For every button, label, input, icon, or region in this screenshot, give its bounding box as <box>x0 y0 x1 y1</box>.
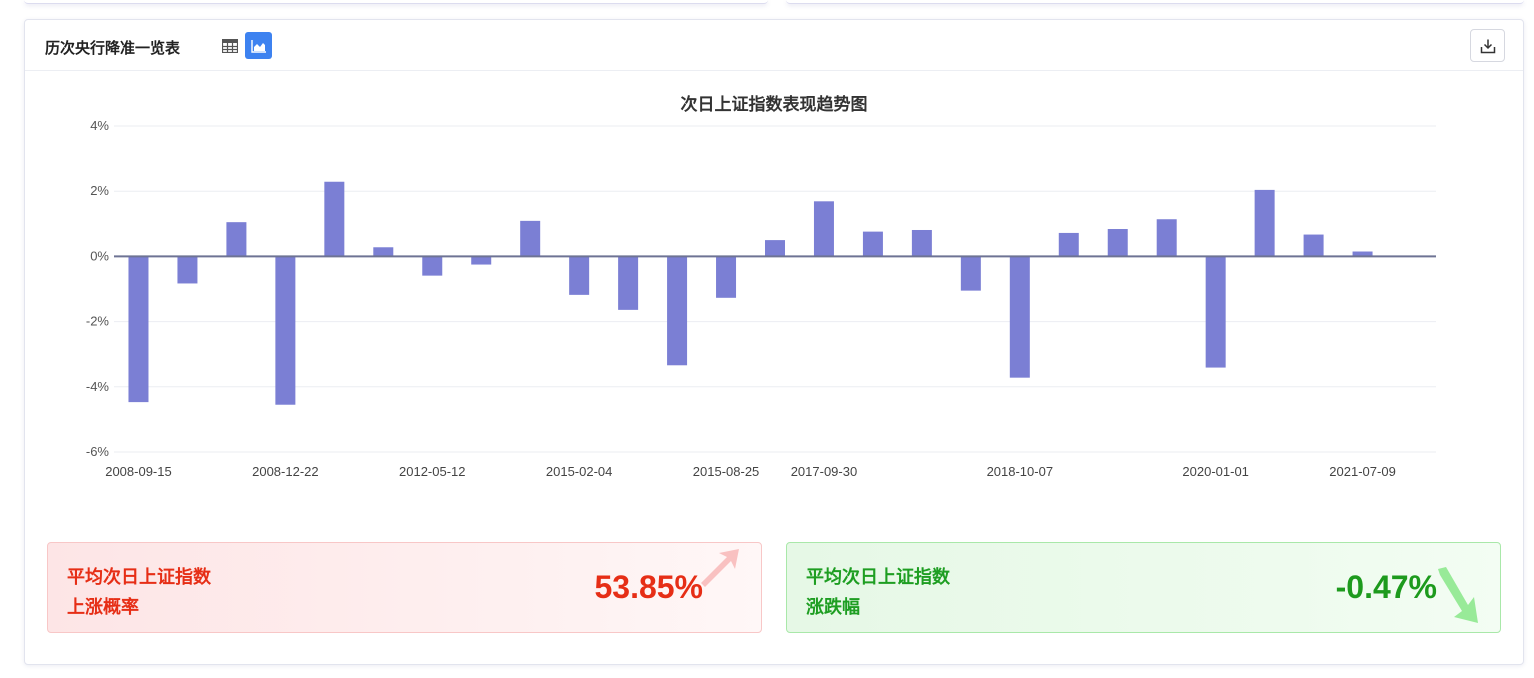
top-card-left-edge <box>24 0 768 4</box>
average-change-label-line2: 涨跌幅 <box>806 597 860 618</box>
panel-title: 历次央行降准一览表 <box>45 39 181 57</box>
x-tick-label: 2012-05-12 <box>399 464 466 479</box>
bar <box>275 256 296 405</box>
download-icon <box>1480 39 1495 53</box>
rise-probability-card: 平均次日上证指数 上涨概率 53.85% <box>47 542 762 633</box>
y-tick-label: 2% <box>90 183 109 198</box>
x-tick-label: 2021-07-09 <box>1329 464 1396 479</box>
bar <box>1058 232 1079 257</box>
y-tick-label: -4% <box>86 379 110 394</box>
bar <box>226 222 247 257</box>
rrr-cut-panel: 历次央行降准一览表 次日上证指数表现趋势图 4% 2% 0% -2% -4% -… <box>24 19 1524 665</box>
bar <box>1205 256 1226 368</box>
area-chart-icon <box>250 39 266 53</box>
bar <box>1254 189 1275 257</box>
x-tick-label: 2015-08-25 <box>693 464 760 479</box>
chart-title: 次日上证指数表现趋势图 <box>681 94 868 115</box>
bar <box>177 256 198 284</box>
bar <box>422 256 443 276</box>
bar <box>667 256 688 366</box>
arrow-down-right-icon <box>1438 567 1478 623</box>
y-tick-label: 0% <box>90 248 109 263</box>
rise-probability-label-line2: 上涨概率 <box>67 597 139 618</box>
y-tick-label: -2% <box>86 314 110 329</box>
bar <box>1303 234 1324 257</box>
bar <box>618 256 639 310</box>
chart-view-button[interactable] <box>245 32 272 59</box>
bar <box>862 231 883 257</box>
bar <box>471 256 492 265</box>
bar <box>128 256 149 403</box>
x-tick-label: 2020-01-01 <box>1182 464 1249 479</box>
bar <box>324 181 345 257</box>
x-tick-label: 2008-12-22 <box>252 464 319 479</box>
x-tick-label: 2008-09-15 <box>105 464 172 479</box>
rise-probability-label: 平均次日上证指数 上涨概率 <box>67 563 211 623</box>
average-change-label: 平均次日上证指数 涨跌幅 <box>806 563 950 623</box>
table-grid-icon <box>221 38 238 53</box>
average-change-card: 平均次日上证指数 涨跌幅 -0.47% <box>786 542 1501 633</box>
panel-header: 历次央行降准一览表 <box>25 20 1523 71</box>
rise-probability-label-line1: 平均次日上证指数 <box>67 567 211 588</box>
bar <box>911 229 932 257</box>
next-day-index-chart: 次日上证指数表现趋势图 4% 2% 0% -2% -4% -6% 2008-09-15 2008… <box>86 94 1436 479</box>
bar <box>1009 256 1030 378</box>
bar <box>1156 219 1177 257</box>
arrow-up-right-icon <box>701 549 739 587</box>
table-view-button[interactable] <box>216 32 243 59</box>
y-tick-label: 4% <box>90 118 109 133</box>
top-card-strip <box>0 0 1534 6</box>
rise-probability-value: 53.85% <box>594 569 703 605</box>
bar <box>373 247 394 257</box>
average-change-label-line1: 平均次日上证指数 <box>806 567 950 588</box>
bar <box>813 201 834 257</box>
top-card-right-edge <box>786 0 1524 4</box>
x-tick-label: 2018-10-07 <box>987 464 1054 479</box>
bar <box>1107 229 1128 257</box>
x-tick-label: 2017-09-30 <box>791 464 858 479</box>
bar <box>765 240 785 257</box>
bar <box>716 256 737 298</box>
average-change-value: -0.47% <box>1335 569 1437 605</box>
x-tick-label: 2015-02-04 <box>546 464 613 479</box>
y-tick-label: -6% <box>86 444 110 459</box>
bar <box>569 256 590 295</box>
download-button[interactable] <box>1470 29 1505 62</box>
bar <box>520 220 541 257</box>
bar <box>960 256 981 291</box>
